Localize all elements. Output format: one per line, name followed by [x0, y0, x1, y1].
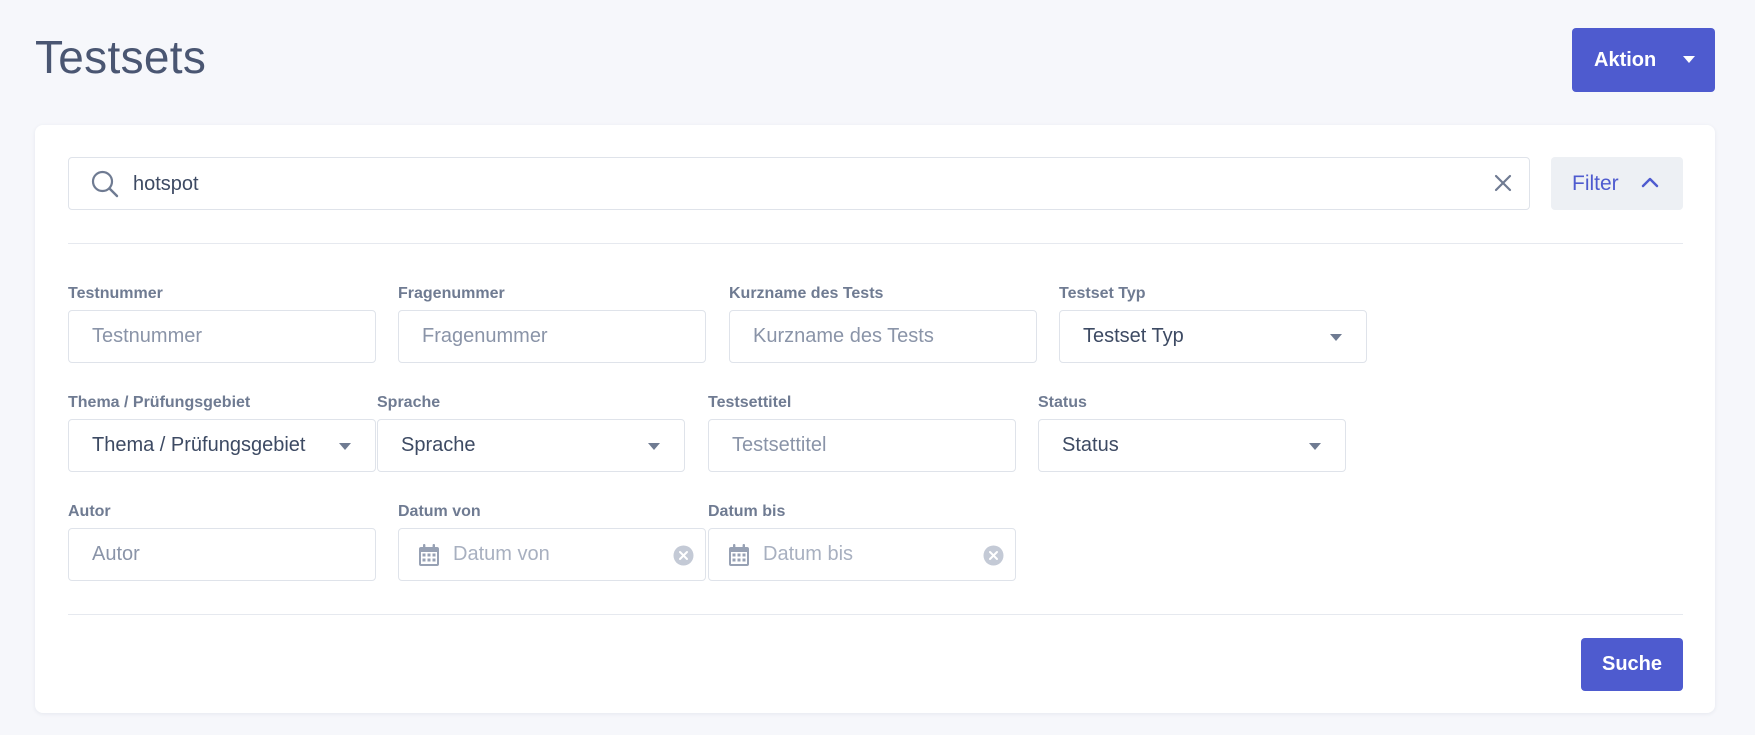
caret-down-icon — [339, 443, 351, 450]
filter-card: Filter Testnummer Fragenummer Kurzname d… — [35, 125, 1715, 713]
aktion-button[interactable]: Aktion — [1572, 28, 1715, 92]
sprache-select[interactable]: Sprache — [377, 419, 685, 472]
search-submit-button[interactable]: Suche — [1581, 638, 1683, 691]
clear-circle-icon[interactable] — [673, 545, 694, 566]
testset-typ-select[interactable]: Testset Typ — [1059, 310, 1367, 363]
testset-typ-value: Testset Typ — [1083, 325, 1184, 347]
status-value: Status — [1062, 434, 1119, 456]
testnummer-input[interactable] — [69, 311, 375, 362]
datum-von-input[interactable] — [399, 529, 705, 580]
search-input[interactable] — [131, 158, 1435, 211]
aktion-label: Aktion — [1594, 48, 1657, 71]
kurzname-label: Kurzname des Tests — [729, 285, 884, 302]
status-label: Status — [1038, 394, 1087, 411]
divider-bottom — [68, 614, 1683, 615]
caret-down-icon — [1683, 56, 1695, 63]
autor-field[interactable] — [68, 528, 376, 581]
testsettitel-label: Testsettitel — [708, 394, 792, 411]
datum-bis-field[interactable] — [708, 528, 1016, 581]
page-title: Testsets — [35, 31, 207, 83]
thema-value: Thema / Prüfungsgebiet — [92, 434, 306, 456]
fragenummer-label: Fragenummer — [398, 285, 505, 302]
chevron-up-icon — [1641, 177, 1659, 188]
thema-label: Thema / Prüfungsgebiet — [68, 394, 251, 411]
autor-label: Autor — [68, 503, 111, 520]
fragenummer-field[interactable] — [398, 310, 706, 363]
search-icon — [91, 170, 119, 198]
divider-top — [68, 243, 1683, 244]
thema-select[interactable]: Thema / Prüfungsgebiet — [68, 419, 376, 472]
datum-von-label: Datum von — [398, 503, 481, 520]
testnummer-label: Testnummer — [68, 285, 163, 302]
caret-down-icon — [648, 443, 660, 450]
caret-down-icon — [1309, 443, 1321, 450]
datum-bis-label: Datum bis — [708, 503, 786, 520]
kurzname-field[interactable] — [729, 310, 1037, 363]
testsettitel-field[interactable] — [708, 419, 1016, 472]
filter-toggle-button[interactable]: Filter — [1551, 157, 1683, 210]
status-select[interactable]: Status — [1038, 419, 1346, 472]
sprache-label: Sprache — [377, 394, 441, 411]
filter-label: Filter — [1572, 171, 1619, 195]
sprache-value: Sprache — [401, 434, 476, 456]
search-box[interactable] — [68, 157, 1530, 211]
testset-typ-label: Testset Typ — [1059, 285, 1146, 302]
testsettitel-input[interactable] — [709, 420, 1015, 471]
clear-circle-icon[interactable] — [983, 545, 1004, 566]
testnummer-field[interactable] — [68, 310, 376, 363]
datum-von-field[interactable] — [398, 528, 706, 581]
autor-input[interactable] — [69, 529, 375, 580]
caret-down-icon — [1330, 334, 1342, 341]
close-icon[interactable] — [1493, 173, 1513, 193]
kurzname-input[interactable] — [730, 311, 1036, 362]
fragenummer-input[interactable] — [399, 311, 705, 362]
datum-bis-input[interactable] — [709, 529, 1015, 580]
